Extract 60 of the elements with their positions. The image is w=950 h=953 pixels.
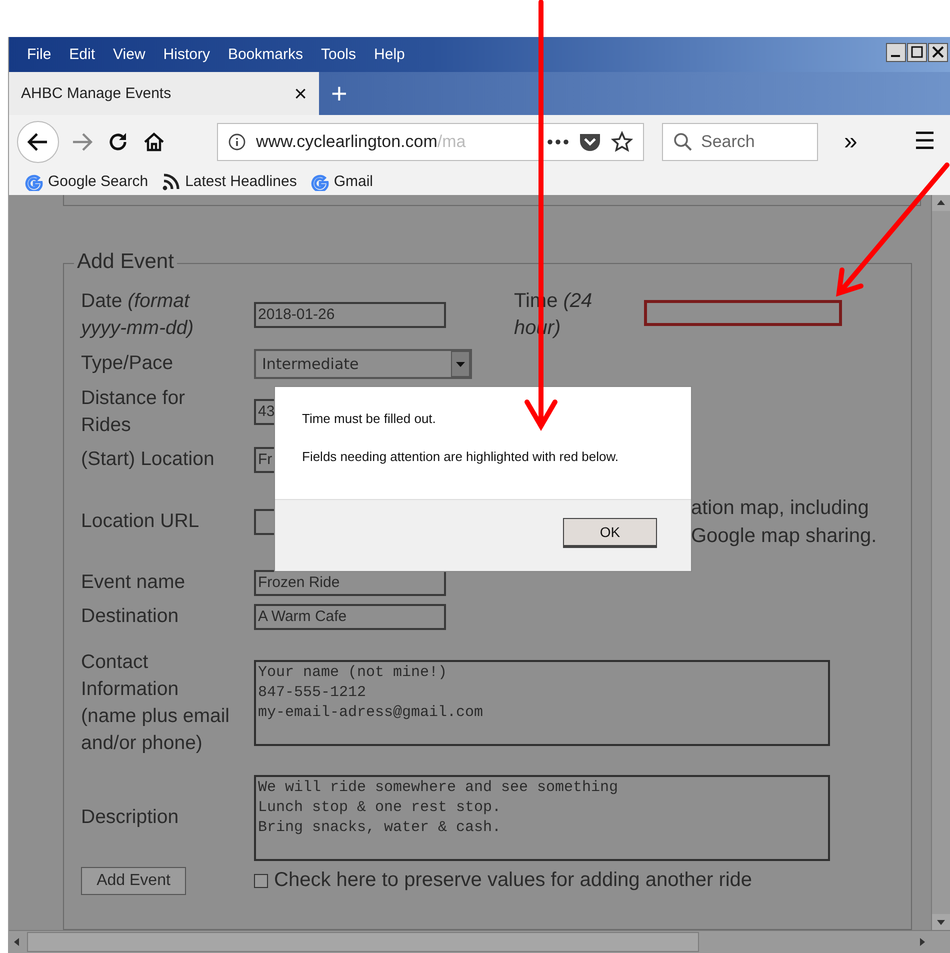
bookmark-link[interactable]: Google Search <box>25 172 148 190</box>
field-label: (Start) Location <box>81 447 216 472</box>
feed-icon <box>162 172 180 190</box>
vertical-scrollbar[interactable] <box>931 195 950 930</box>
back-button[interactable] <box>17 120 59 162</box>
horizontal-scrollbar[interactable] <box>9 930 950 953</box>
google-icon <box>310 172 329 190</box>
new-tab[interactable]: + <box>319 78 360 110</box>
tab-title: AHBC Manage Events <box>21 85 172 102</box>
search-icon <box>673 132 693 152</box>
field-label: Contact Information (name plus email and/or phone) <box>81 650 230 756</box>
dialog-message: Fields needing attention are highlighted with red below. <box>302 449 620 464</box>
hint-text: ation map, including Google map sharing. <box>691 496 877 549</box>
tab-close[interactable]: × <box>294 80 307 106</box>
bookmark-link[interactable]: Gmail <box>310 172 373 190</box>
pocket-icon[interactable] <box>579 132 601 152</box>
add-event-button[interactable]: Add Event <box>81 866 186 895</box>
search-field[interactable]: Search <box>662 122 818 160</box>
close-icon[interactable] <box>928 43 948 62</box>
menu-item[interactable]: Tools <box>312 44 364 65</box>
menu-item[interactable]: Help <box>366 44 413 65</box>
field-label: Type/Pace <box>81 351 174 376</box>
preserve-checkbox[interactable] <box>254 874 268 888</box>
caret-icon <box>451 350 470 377</box>
back-arrow-icon <box>27 130 49 152</box>
checkbox-label: Check here to preserve values for adding another ride <box>274 869 752 892</box>
ok-button[interactable]: OK <box>563 518 657 548</box>
menu-item[interactable]: History <box>155 44 218 65</box>
menu-item[interactable]: Edit <box>61 44 104 65</box>
menu-item[interactable]: Bookmarks <box>220 44 311 65</box>
pace-dropdown[interactable]: Intermediate <box>254 348 472 379</box>
menu-item[interactable]: File <box>19 44 60 65</box>
field-label: Date (format yyyy-mm-dd) <box>81 288 195 341</box>
bookmark-link[interactable]: Latest Headlines <box>162 172 297 190</box>
dialog-message: Time must be filled out. <box>302 411 437 426</box>
scroll-down-icon[interactable] <box>932 914 950 930</box>
star-icon[interactable] <box>611 130 633 152</box>
browser-tab[interactable]: AHBC Manage Events × <box>9 72 319 115</box>
info-icon[interactable] <box>228 132 246 150</box>
scroll-up-icon[interactable] <box>932 195 950 211</box>
google-icon <box>25 172 43 190</box>
url-text: www.cyclearlington.com/ma <box>256 132 467 152</box>
field-label: Description <box>81 805 180 830</box>
field-label: Distance for Rides <box>81 386 186 438</box>
more-icon[interactable] <box>547 138 569 144</box>
overflow-button[interactable]: » <box>838 128 864 156</box>
field-label: Destination <box>81 604 180 630</box>
menu-item[interactable]: View <box>105 44 154 65</box>
text-field[interactable] <box>644 300 842 326</box>
menu-button[interactable]: ☰ <box>908 127 942 156</box>
text-field[interactable]: 2018-01-26 <box>254 302 446 328</box>
text-field[interactable]: A Warm Cafe <box>254 604 446 630</box>
field-label: Event name <box>81 570 186 596</box>
maximize-icon[interactable] <box>907 43 927 62</box>
scrollbar-thumb[interactable] <box>27 932 699 952</box>
field-label: Location URL <box>81 509 200 534</box>
address-bar[interactable]: www.cyclearlington.com/ma <box>217 122 644 160</box>
description-textarea[interactable]: We will ride somewhere and see something Lunch stop & one rest stop. Bring snacks, water & cash. <box>254 774 830 861</box>
minimize-icon[interactable] <box>886 43 906 62</box>
contact-textarea[interactable]: Your name (not mine!) 847-555-1212 my-email-adress@gmail.com <box>254 660 830 746</box>
